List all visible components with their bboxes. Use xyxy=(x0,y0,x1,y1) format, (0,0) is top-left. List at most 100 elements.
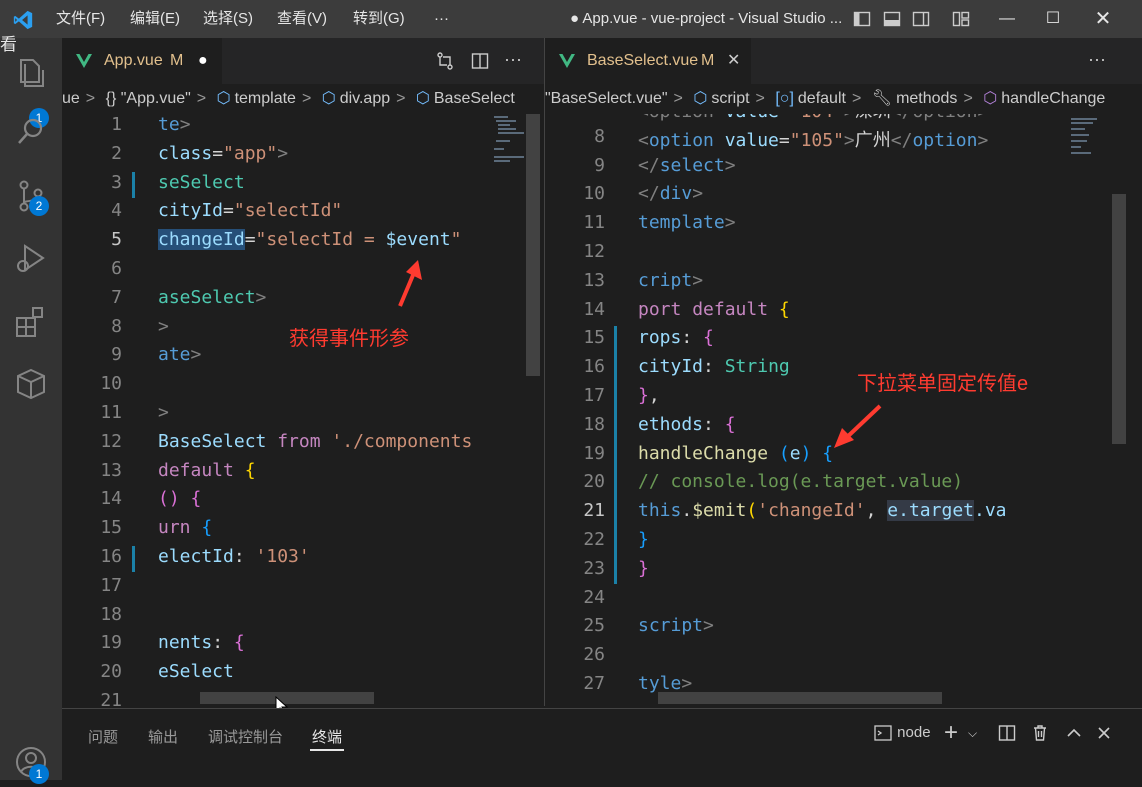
tab-baseselect-vue[interactable]: BaseSelect.vue M ✕ xyxy=(545,38,751,84)
more-actions-icon[interactable]: ··· xyxy=(504,50,524,71)
code-line[interactable]: script> xyxy=(638,615,714,636)
code-line[interactable]: // console.log(e.target.value) xyxy=(638,471,963,492)
breadcrumb-item[interactable]: ue xyxy=(62,90,80,107)
code-token: : xyxy=(703,413,725,435)
line-number: 10 xyxy=(100,373,122,395)
code-line[interactable]: </div> xyxy=(638,183,703,204)
tab-terminal[interactable]: 终端 xyxy=(312,726,342,747)
breadcrumb-item[interactable]: handleChange xyxy=(1001,90,1105,107)
right-vertical-scrollbar[interactable] xyxy=(1112,194,1126,444)
code-line[interactable]: tyle> xyxy=(638,673,692,694)
split-terminal-icon[interactable] xyxy=(997,721,1017,745)
code-line[interactable]: seSelect xyxy=(158,172,245,193)
more-actions-icon[interactable]: ··· xyxy=(1088,50,1108,71)
code-token: cityId xyxy=(638,356,704,378)
tab-debug-console[interactable]: 调试控制台 xyxy=(208,726,283,747)
tab-problems[interactable]: 问题 xyxy=(88,726,118,747)
tab-output[interactable]: 输出 xyxy=(148,726,178,747)
code-line[interactable]: ethods: { xyxy=(638,414,736,435)
code-line[interactable]: urn { xyxy=(158,517,212,538)
split-editor-icon[interactable] xyxy=(470,51,490,71)
code-token: . xyxy=(681,500,693,522)
search-icon[interactable] xyxy=(11,112,51,152)
tab-close-icon[interactable]: ✕ xyxy=(727,38,740,84)
breadcrumb-item[interactable]: script xyxy=(711,90,749,107)
code-line[interactable]: nents: { xyxy=(158,632,245,653)
code-line[interactable]: () { xyxy=(158,488,201,509)
tab-app-vue[interactable]: App.vue M ● xyxy=(62,38,222,84)
close-panel-icon[interactable] xyxy=(1094,721,1114,745)
tab-dirty-dot[interactable]: ● xyxy=(198,38,208,84)
maximize-button[interactable]: ☐ xyxy=(1030,0,1076,38)
trash-icon[interactable] xyxy=(1030,721,1050,745)
code-token: ) xyxy=(800,442,823,464)
add-terminal-icon[interactable]: + xyxy=(944,721,958,745)
toggle-primary-sidebar-icon[interactable] xyxy=(853,10,871,28)
left-vertical-scrollbar[interactable] xyxy=(526,114,540,376)
maximize-panel-icon[interactable] xyxy=(1064,721,1084,745)
code-line[interactable]: changeId="selectId = $event" xyxy=(158,229,461,251)
code-line[interactable]: </select> xyxy=(638,155,736,176)
code-line[interactable]: } xyxy=(638,558,649,579)
customize-layout-icon[interactable] xyxy=(952,10,970,28)
left-tab-bar: App.vue M ● ··· xyxy=(62,38,544,84)
code-line[interactable]: handleChange (e) { xyxy=(638,443,833,464)
right-horizontal-scrollbar[interactable] xyxy=(658,692,942,704)
code-line[interactable]: ate> xyxy=(158,344,201,365)
menu-edit[interactable]: 编辑(E) xyxy=(130,0,180,38)
compare-changes-icon[interactable] xyxy=(435,51,455,71)
code-token: 'changeId' xyxy=(757,500,866,522)
explorer-icon[interactable] xyxy=(11,52,51,92)
menu-view[interactable]: 查看(V) xyxy=(277,0,327,38)
code-line[interactable]: rops: { xyxy=(638,327,714,348)
toggle-panel-icon[interactable] xyxy=(883,10,901,28)
code-line[interactable]: > xyxy=(158,402,169,423)
code-token: changeId xyxy=(158,229,245,251)
code-line[interactable]: cript> xyxy=(638,270,703,291)
terminal-selector[interactable]: node xyxy=(873,721,931,745)
close-window-button[interactable]: ✕ xyxy=(1080,0,1126,38)
code-line[interactable]: electId: '103' xyxy=(158,546,310,567)
code-line[interactable]: aseSelect> xyxy=(158,287,266,308)
wrench-icon: 🔧︎ xyxy=(871,90,893,107)
breadcrumb-item[interactable]: BaseSelect xyxy=(434,90,515,107)
code-token: "selectId" xyxy=(233,200,343,222)
breadcrumb-item[interactable]: template xyxy=(235,90,296,107)
line-number: 16 xyxy=(100,546,122,567)
breadcrumb-item[interactable]: {} "App.vue" xyxy=(106,90,191,107)
left-code-editor[interactable]: 1 te> 2 class="app"> 3 seSelect 4 cityId="selec… xyxy=(62,114,490,706)
menu-more[interactable]: ··· xyxy=(434,0,449,38)
breadcrumb-item[interactable]: methods xyxy=(896,90,957,107)
code-line[interactable]: }, xyxy=(638,385,660,406)
vscode-logo-icon xyxy=(13,10,33,30)
line-number: 11 xyxy=(583,212,605,234)
code-line[interactable]: cityId: String xyxy=(638,356,790,377)
code-line[interactable]: template> xyxy=(638,212,736,233)
code-line[interactable]: > xyxy=(158,316,169,337)
code-line[interactable]: te> xyxy=(158,114,191,135)
menu-selection[interactable]: 选择(S) xyxy=(203,0,253,38)
breadcrumb-item[interactable]: div.app xyxy=(340,90,390,107)
menu-file[interactable]: 文件(F) xyxy=(56,0,105,38)
code-line[interactable]: default { xyxy=(158,460,256,481)
code-line[interactable]: } xyxy=(638,529,649,550)
menu-go[interactable]: 转到(G) xyxy=(353,0,405,38)
right-code-editor[interactable]: <option value="104">深圳</option>8<option … xyxy=(545,114,1067,706)
code-line[interactable]: <option value="104">深圳</option> xyxy=(638,114,988,123)
code-line[interactable]: BaseSelect from './components xyxy=(158,431,472,452)
chevron-down-icon[interactable]: ⌵ xyxy=(968,721,977,745)
code-line[interactable]: cityId="selectId" xyxy=(158,200,342,221)
code-line[interactable]: port default { xyxy=(638,299,790,320)
code-line[interactable]: class="app"> xyxy=(158,143,288,164)
run-debug-icon[interactable] xyxy=(11,238,51,278)
code-line[interactable]: <option value="105">广州</option> xyxy=(638,126,988,152)
code-token: te xyxy=(158,114,180,135)
code-line[interactable]: eSelect xyxy=(158,661,234,682)
code-line[interactable]: this.$emit('changeId', e.target.va xyxy=(638,500,1007,522)
extensions-icon[interactable] xyxy=(11,302,51,342)
toggle-secondary-sidebar-icon[interactable] xyxy=(912,10,930,28)
minimize-button[interactable]: — xyxy=(984,0,1030,38)
breadcrumb-item[interactable]: "BaseSelect.vue" xyxy=(545,90,668,107)
remote-explorer-icon[interactable] xyxy=(11,364,51,404)
breadcrumb-item[interactable]: default xyxy=(798,90,846,107)
